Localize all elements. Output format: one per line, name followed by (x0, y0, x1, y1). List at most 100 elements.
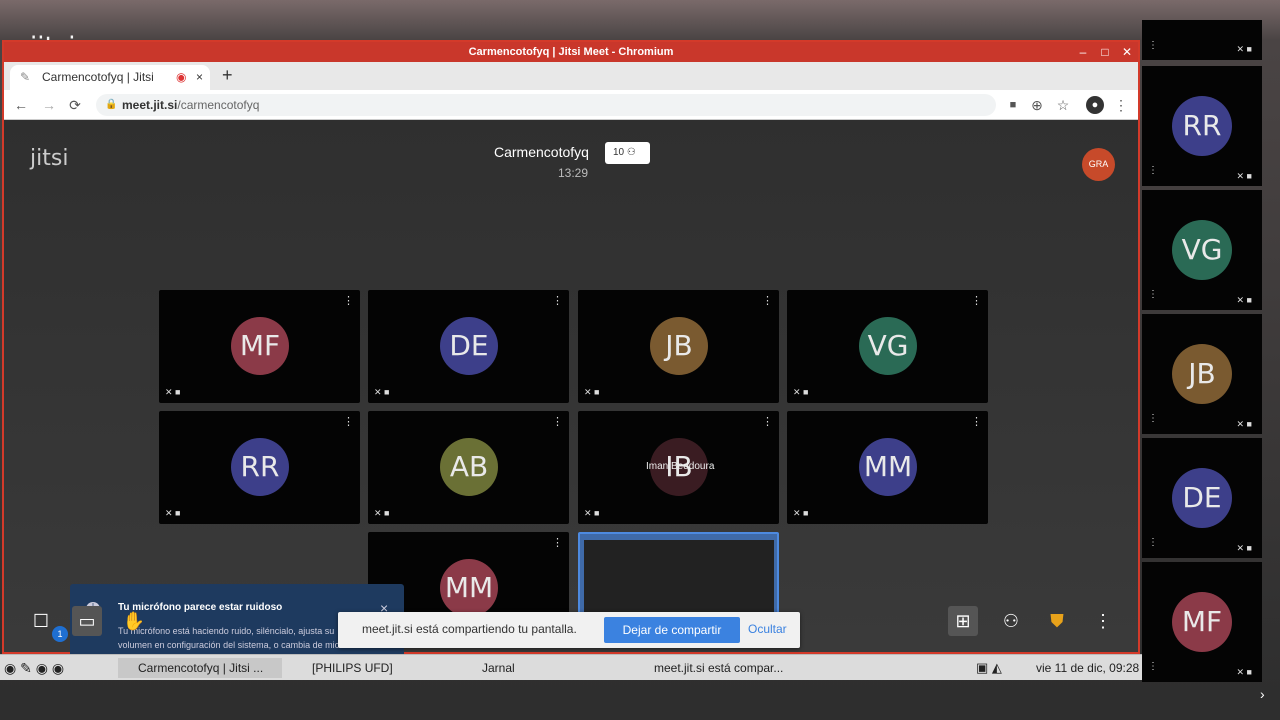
participant-avatar: JB (650, 317, 708, 375)
tile-menu-icon[interactable]: ⋮ (1148, 413, 1158, 424)
launcher-icons[interactable]: ◉ ✎ ◉ ◉ (4, 658, 108, 678)
tile-menu-icon[interactable]: ⋮ (1148, 165, 1158, 176)
participant-avatar: DE (1172, 468, 1232, 528)
tab-close-icon[interactable]: × (196, 65, 203, 90)
participant-tile[interactable]: DE ⋮ ✕ ■ (368, 290, 569, 403)
participant-count-badge[interactable]: 10 ⚇ (605, 142, 650, 164)
participant-count: 10 (613, 147, 625, 158)
meeting-area: jitsi Carmencotofyq 13:29 10 ⚇ GRA MF ⋮ ✕ … (4, 120, 1138, 680)
profile-icon[interactable]: ● (1086, 96, 1104, 114)
camera-icon[interactable]: ■ (1004, 96, 1022, 114)
participant-avatar: MF (231, 317, 289, 375)
mute-icons: ✕ ■ (1236, 667, 1252, 677)
recording-icon: ◉ (176, 70, 187, 84)
mute-icons: ✕ ■ (1236, 171, 1252, 181)
install-icon[interactable]: ⊕ (1028, 96, 1046, 114)
tile-menu-icon[interactable]: ⋮ (1148, 661, 1158, 672)
hide-button[interactable]: Ocultar (748, 622, 787, 636)
participant-avatar: VG (1172, 220, 1232, 280)
taskbar-item[interactable]: Jarnal (460, 658, 620, 678)
tile-menu-icon[interactable]: ⋮ (971, 415, 982, 428)
new-tab-button[interactable]: + (222, 65, 233, 86)
participants-icon: ⚇ (626, 147, 636, 158)
filmstrip-tile[interactable]: ⋮ ✕ ■ (1142, 20, 1262, 60)
tile-menu-icon[interactable]: ⋮ (762, 294, 773, 307)
url-input[interactable]: 🔒 meet.jit.si/carmencotofyq (96, 94, 996, 116)
notification-body: Tu micrófono está haciendo ruido, silénc… (118, 626, 368, 650)
mute-icons: ✕ ■ (793, 387, 809, 397)
meeting-time: 13:29 (558, 166, 589, 180)
taskbar-item[interactable]: meet.jit.si está compar... (632, 658, 832, 678)
mute-icons: ✕ ■ (374, 508, 390, 518)
browser-tab[interactable]: ✎ Carmencotofyq | Jitsi ◉ × (10, 65, 210, 90)
participant-tile[interactable]: AB ⋮ ✕ ■ (368, 411, 569, 524)
desktop: jitsi Carmencotofyq | Jitsi Meet - Chrom… (0, 0, 1280, 720)
filmstrip-tile[interactable]: JB ⋮ ✕ ■ (1142, 314, 1262, 434)
mute-icons: ✕ ■ (1236, 295, 1252, 305)
participant-avatar: DE (440, 317, 498, 375)
mute-icons: ✕ ■ (165, 387, 181, 397)
filmstrip-tile[interactable]: DE ⋮ ✕ ■ (1142, 438, 1262, 558)
participant-tile[interactable]: IB Iman Beddoura ⋮ ✕ ■ (578, 411, 779, 524)
participant-name: Iman Beddoura (646, 461, 715, 472)
taskbar: ◉ ✎ ◉ ◉ Carmencotofyq | Jitsi ... [PHILI… (0, 654, 1142, 680)
raise-hand-button[interactable]: ✋ (119, 606, 149, 636)
tile-menu-icon[interactable]: ⋮ (971, 294, 982, 307)
participant-avatar: MM (859, 438, 917, 496)
security-shield-icon[interactable]: ⛊ (1042, 606, 1072, 636)
tile-menu-icon[interactable]: ⋮ (552, 415, 563, 428)
tile-menu-icon[interactable]: ⋮ (1148, 289, 1158, 300)
mute-icons: ✕ ■ (1236, 44, 1252, 54)
browser-menu-icon[interactable]: ⋮ (1112, 96, 1130, 114)
participant-avatar: AB (440, 438, 498, 496)
mute-icons: ✕ ■ (374, 387, 390, 397)
tile-menu-icon[interactable]: ⋮ (343, 294, 354, 307)
maximize-button[interactable]: □ (1096, 42, 1114, 62)
meeting-logo: jitsi (30, 146, 69, 171)
taskbar-item[interactable]: [PHILIPS UFD] (290, 658, 450, 678)
screen-share-bar: meet.jit.si está compartiendo tu pantall… (338, 612, 800, 648)
participant-tile[interactable]: RR ⋮ ✕ ■ (159, 411, 360, 524)
filmstrip-scroll-icon[interactable]: › (1260, 686, 1265, 702)
screenshare-button[interactable]: ▭ (72, 606, 102, 636)
url-host: meet.jit.si (122, 98, 178, 112)
tile-menu-icon[interactable]: ⋮ (552, 536, 563, 549)
participant-tile[interactable]: JB ⋮ ✕ ■ (578, 290, 779, 403)
self-avatar[interactable]: GRA (1082, 148, 1115, 181)
participant-avatar: RR (1172, 96, 1232, 156)
filmstrip-tile[interactable]: VG ⋮ ✕ ■ (1142, 190, 1262, 310)
invite-button[interactable]: ⚇ (996, 606, 1026, 636)
participant-tile[interactable]: VG ⋮ ✕ ■ (787, 290, 988, 403)
reload-button[interactable]: ⟳ (66, 96, 84, 114)
filmstrip-tile[interactable]: RR ⋮ ✕ ■ (1142, 66, 1262, 186)
tile-menu-icon[interactable]: ⋮ (1148, 40, 1158, 51)
stop-sharing-button[interactable]: Dejar de compartir (604, 617, 740, 643)
tile-menu-icon[interactable]: ⋮ (552, 294, 563, 307)
tray-icons[interactable]: ▣ ◭ (976, 658, 1002, 678)
close-window-button[interactable]: ✕ (1118, 42, 1136, 62)
tab-label: Carmencotofyq | Jitsi (42, 70, 154, 84)
tile-view-button[interactable]: ⊞ (948, 606, 978, 636)
browser-window: Carmencotofyq | Jitsi Meet - Chromium – … (2, 40, 1140, 680)
minimize-button[interactable]: – (1074, 42, 1092, 62)
participant-avatar: VG (859, 317, 917, 375)
bookmark-star-icon[interactable]: ☆ (1054, 96, 1072, 114)
forward-button[interactable]: → (40, 96, 58, 114)
lock-icon: 🔒 (105, 99, 118, 110)
window-title: Carmencotofyq | Jitsi Meet - Chromium (4, 42, 1138, 62)
filmstrip-tile[interactable]: MF ⋮ ✕ ■ (1142, 562, 1262, 682)
tile-menu-icon[interactable]: ⋮ (762, 415, 773, 428)
taskbar-clock: vie 11 de dic, 09:28 (1036, 661, 1140, 675)
meeting-title: Carmencotofyq (494, 144, 589, 160)
tile-menu-icon[interactable]: ⋮ (1148, 537, 1158, 548)
participant-tile[interactable]: MM ⋮ ✕ ■ (787, 411, 988, 524)
mute-icons: ✕ ■ (1236, 419, 1252, 429)
back-button[interactable]: ← (12, 96, 30, 114)
taskbar-item[interactable]: Carmencotofyq | Jitsi ... (118, 658, 282, 678)
participant-tile[interactable]: MF ⋮ ✕ ■ (159, 290, 360, 403)
tile-menu-icon[interactable]: ⋮ (343, 415, 354, 428)
more-options-button[interactable]: ⋮ (1088, 606, 1118, 636)
tab-strip: ✎ Carmencotofyq | Jitsi ◉ × + (4, 62, 1138, 90)
participant-avatar: MF (1172, 592, 1232, 652)
mute-icons: ✕ ■ (165, 508, 181, 518)
